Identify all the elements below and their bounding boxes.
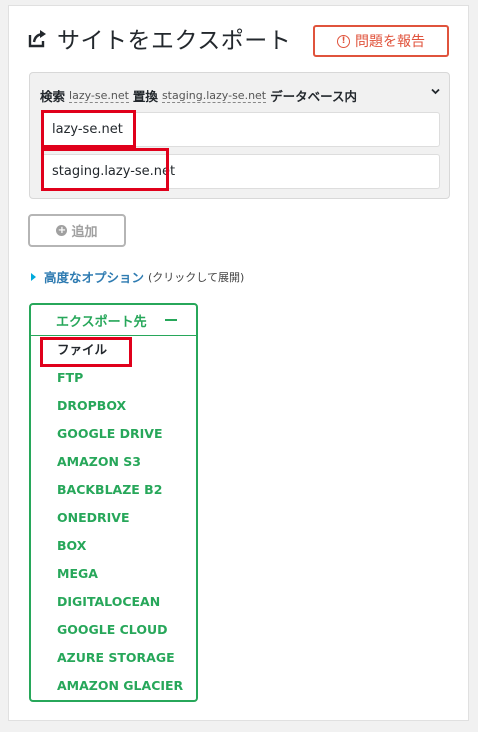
plus-icon: + [56,224,68,236]
advanced-options-toggle[interactable]: 高度なオプション (クリックして展開) [31,267,244,286]
export-item-file[interactable]: ファイル [31,336,196,364]
export-item-ftp[interactable]: FTP [31,364,196,392]
export-item-google-drive[interactable]: GOOGLE DRIVE [31,420,196,448]
export-item-box[interactable]: BOX [31,532,196,560]
export-item-google-cloud[interactable]: GOOGLE CLOUD [31,616,196,644]
report-problem-button[interactable]: ! 問題を報告 [313,25,449,57]
export-to-label: エクスポート先 [56,314,147,330]
export-item-backblaze-b2[interactable]: BACKBLAZE B2 [31,476,196,504]
database-suffix: データベース内 [270,89,358,104]
page-title-text: サイトをエクスポート [57,28,292,54]
collapse-icon[interactable] [164,319,177,321]
export-item-amazon-glacier[interactable]: AMAZON GLACIER [31,672,196,700]
export-to-dropdown: エクスポート先 ファイル FTP DROPBOX GOOGLE DRIVE AM… [29,303,198,702]
export-icon [28,30,46,48]
export-to-header[interactable]: エクスポート先 [31,305,196,336]
find-replace-summary[interactable]: 検索 lazy-se.net 置換 staging.lazy-se.net デー… [40,86,357,105]
replace-value: staging.lazy-se.net [161,88,267,103]
export-item-mega[interactable]: MEGA [31,560,196,588]
export-item-amazon-s3[interactable]: AMAZON S3 [31,448,196,476]
find-replace-box: 検索 lazy-se.net 置換 staging.lazy-se.net デー… [29,72,450,199]
export-item-azure-storage[interactable]: AZURE STORAGE [31,644,196,672]
replace-input[interactable]: staging.lazy-se.net [41,154,440,189]
export-destination-list: ファイル FTP DROPBOX GOOGLE DRIVE AMAZON S3 … [31,336,196,700]
add-button-label: 追加 [71,225,98,240]
chevron-down-icon[interactable] [431,87,440,96]
add-button[interactable]: + 追加 [28,214,126,247]
search-label: 検索 [40,89,66,104]
replace-label: 置換 [132,89,158,104]
export-item-digitalocean[interactable]: DIGITALOCEAN [31,588,196,616]
export-item-onedrive[interactable]: ONEDRIVE [31,504,196,532]
find-input[interactable]: lazy-se.net [41,112,440,147]
advanced-options-hint: (クリックして展開) [148,270,245,284]
page-title: サイトをエクスポート [27,22,291,54]
alert-icon: ! [337,34,350,48]
report-problem-label: 問題を報告 [355,34,425,50]
expand-arrow-icon [31,272,36,281]
advanced-options-link[interactable]: 高度なオプション [44,267,144,286]
search-value: lazy-se.net [69,88,129,103]
export-item-dropbox[interactable]: DROPBOX [31,392,196,420]
